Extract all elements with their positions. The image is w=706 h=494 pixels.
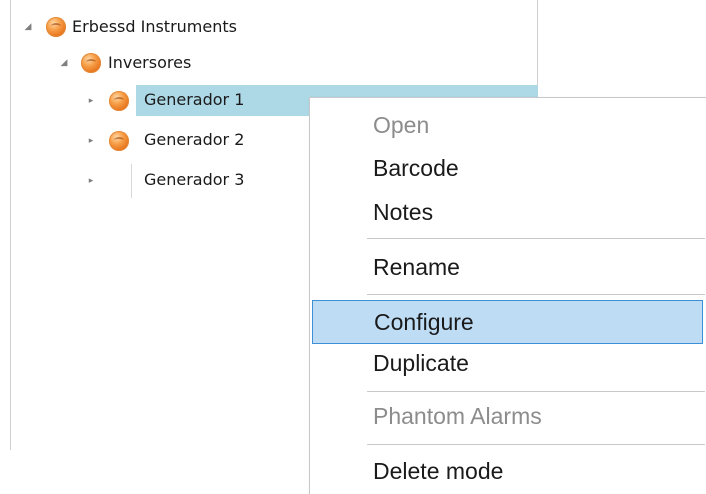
orange-orb-icon	[81, 53, 101, 73]
menu-separator	[367, 391, 705, 392]
menu-separator	[367, 238, 705, 239]
expand-arrow-icon[interactable]: ◢	[59, 48, 69, 78]
menu-item-open[interactable]: Open	[310, 106, 705, 144]
collapsed-arrow-icon[interactable]: ▸	[86, 86, 96, 116]
tree-node-item[interactable]: Generador 1	[144, 85, 244, 115]
menu-item-rename[interactable]: Rename	[310, 248, 705, 286]
item-icon-placeholder	[131, 164, 132, 198]
expand-arrow-icon[interactable]: ◢	[23, 12, 33, 42]
menu-item-delete-mode[interactable]: Delete mode	[310, 452, 705, 490]
collapsed-arrow-icon[interactable]: ▸	[86, 166, 96, 196]
menu-item-duplicate[interactable]: Duplicate	[310, 344, 705, 382]
menu-item-configure[interactable]: Configure	[312, 300, 703, 344]
orange-orb-icon	[109, 131, 129, 151]
menu-separator	[367, 294, 705, 295]
context-menu: Open Barcode Notes Rename Configure Dupl…	[309, 97, 706, 494]
orange-orb-icon	[46, 17, 66, 37]
tree-node-item[interactable]: Generador 2	[144, 125, 244, 155]
tree-node-group[interactable]: Inversores	[108, 48, 191, 78]
menu-separator	[367, 444, 705, 445]
menu-item-notes[interactable]: Notes	[310, 193, 705, 231]
tree-left-border	[10, 0, 11, 450]
menu-item-phantom-alarms[interactable]: Phantom Alarms	[310, 397, 705, 435]
orange-orb-icon	[109, 91, 129, 111]
tree-node-root[interactable]: Erbessd Instruments	[72, 12, 237, 42]
collapsed-arrow-icon[interactable]: ▸	[86, 126, 96, 156]
menu-item-barcode[interactable]: Barcode	[310, 149, 705, 187]
tree-node-item[interactable]: Generador 3	[144, 165, 244, 195]
